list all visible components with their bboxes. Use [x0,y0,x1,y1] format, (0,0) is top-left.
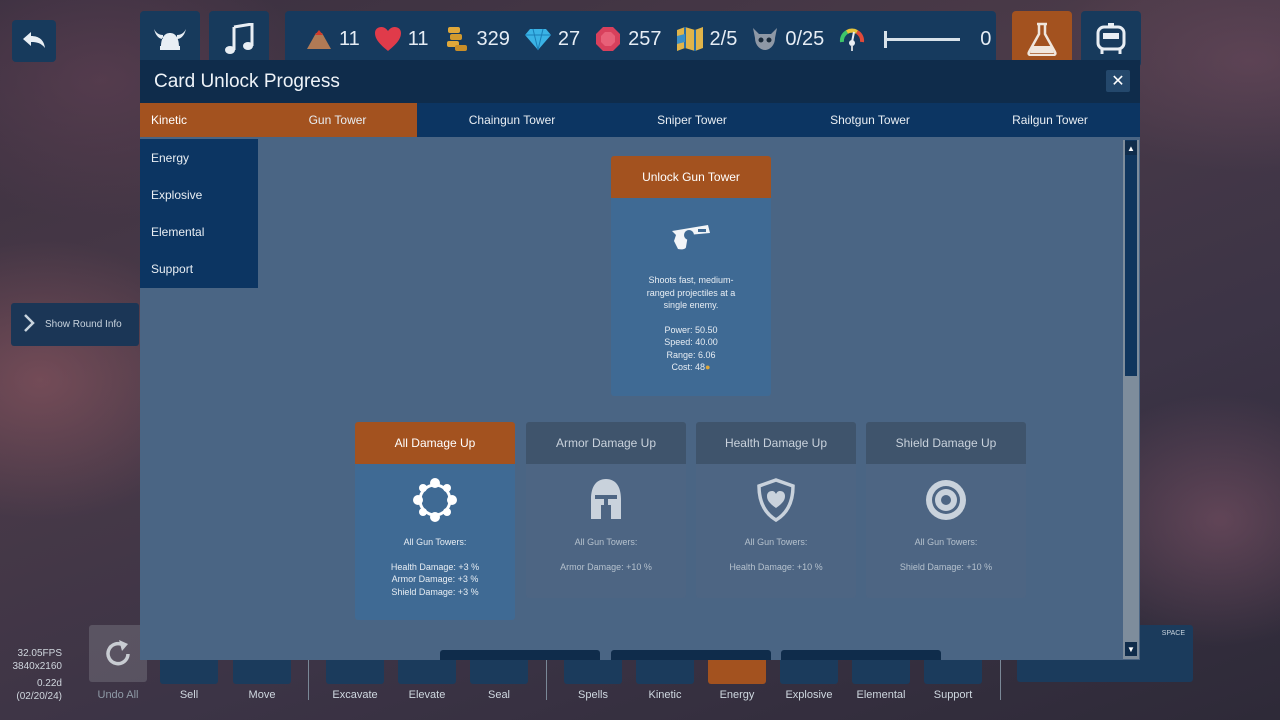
resource-bar: 11 11 329 27 257 2/5 0/25 0 [285,11,996,67]
upgrade-details: All Gun Towers: Shield Damage: +10 % [899,537,993,572]
robot-icon [1096,23,1126,54]
sell-label: Sell [179,689,199,701]
circle-nodes-icon [355,464,515,536]
scroll-up-icon[interactable]: ▲ [1125,141,1137,155]
viking-helmet-icon [154,29,186,50]
debug-stats: 32.05FPS 3840x2160 0.22d (02/20/24) [12,648,63,702]
gems-counter: 27 [524,25,580,53]
modal-header: Card Unlock Progress [140,60,1140,103]
enemy-skull-icon [753,28,778,50]
undo-icon [106,639,130,665]
toolbar-divider [308,660,309,700]
energy-label: Energy [719,689,755,701]
tab-gun-tower[interactable]: Gun Tower [258,103,417,137]
card-title: All Damage Up [355,422,515,464]
elevate-label: Elevate [408,689,446,701]
card-title: Unlock Gun Tower [611,156,771,198]
unlock-card-details: Shoots fast, medium-ranged projectiles a… [646,275,736,372]
music-button[interactable] [209,11,269,67]
toolbar-divider [1000,660,1001,700]
category-elemental[interactable]: Elemental [140,213,258,250]
next-row-card[interactable] [611,650,771,660]
back-arrow-icon [23,32,45,48]
elemental-label: Elemental [856,689,906,701]
scroll-down-icon[interactable]: ▼ [1125,642,1137,656]
flask-icon [1027,22,1057,56]
excavate-label: Excavate [332,689,378,701]
undo-all-label: Undo All [97,689,139,701]
map-icon [676,27,703,51]
shield-damage-up-card[interactable]: Shield Damage Up All Gun Towers: Shield … [866,422,1026,598]
card-title: Health Damage Up [696,422,856,464]
lives-counter: 11 [305,25,360,53]
health-damage-up-card[interactable]: Health Damage Up All Gun Towers: Health … [696,422,856,598]
tab-sniper-tower[interactable]: Sniper Tower [602,103,782,137]
helmet-icon [526,464,686,536]
upgrade-details: All Gun Towers: Health Damage: +3 % Armo… [390,537,480,597]
scrollbar-thumb[interactable] [1125,140,1137,376]
undo-all-button[interactable] [89,625,147,682]
research-button[interactable] [1012,11,1072,67]
tab-shotgun-tower[interactable]: Shotgun Tower [780,103,960,137]
show-round-info-button[interactable]: Show Round Info [11,303,139,346]
category-explosive[interactable]: Explosive [140,176,258,213]
coin-icon: ● [705,362,711,372]
chevron-right-icon [23,313,35,336]
tab-chaingun-tower[interactable]: Chaingun Tower [422,103,602,137]
gold-coins-icon [446,27,467,51]
speedometer-icon [840,28,865,51]
gold-counter: 329 [443,25,510,53]
category-list: Energy Explosive Elemental Support [140,139,258,288]
card-title: Armor Damage Up [526,422,686,464]
speed-value: 0 [980,27,992,50]
music-note-icon [225,23,254,54]
kinetic-label: Kinetic [648,689,682,701]
speed-gauge [838,25,872,53]
heart-icon [374,27,401,51]
close-button[interactable]: ✕ [1106,70,1130,92]
ruby-icon [596,27,621,51]
toolbar-divider [546,660,547,700]
maps-counter: 2/5 [676,25,737,53]
move-label: Move [248,689,276,701]
armor-damage-up-card[interactable]: Armor Damage Up All Gun Towers: Armor Da… [526,422,686,598]
seal-label: Seal [487,689,511,701]
next-row-card[interactable] [781,650,941,660]
category-kinetic[interactable]: Kinetic [140,103,258,137]
spells-label: Spells [578,689,608,701]
enemies-counter: 0/25 [751,25,824,53]
next-row-card[interactable] [440,650,600,660]
support-label: Support [933,689,973,701]
card-unlock-modal: Card Unlock Progress ✕ Kinetic Gun Tower… [140,60,1140,660]
category-support[interactable]: Support [140,250,258,287]
unlock-gun-tower-card[interactable]: Unlock Gun Tower Shoots fast, medium-ran… [611,156,771,396]
viking-helmet-button[interactable] [140,11,200,67]
card-title: Shield Damage Up [866,422,1026,464]
crystals-counter: 257 [594,25,662,53]
volcano-icon [307,30,331,49]
gun-icon [611,198,771,274]
health-counter: 11 [374,25,429,53]
slider-track[interactable] [884,30,961,48]
diamond-icon [524,28,551,51]
back-button[interactable] [12,20,56,62]
close-icon: ✕ [1111,73,1125,90]
upgrade-details: All Gun Towers: Health Damage: +10 % [729,537,823,572]
robot-button[interactable] [1081,11,1141,67]
tab-railgun-tower[interactable]: Railgun Tower [960,103,1140,137]
category-energy[interactable]: Energy [140,139,258,176]
game-speed-slider[interactable] [884,30,961,48]
shield-heart-icon [696,464,856,536]
round-shield-icon [866,464,1026,536]
explosive-label: Explosive [785,689,833,701]
all-damage-up-card[interactable]: All Damage Up All Gun Towers: Health Dam… [355,422,515,620]
space-key-hint: SPACE [1161,630,1185,637]
upgrade-details: All Gun Towers: Armor Damage: +10 % [560,537,652,572]
modal-title: Card Unlock Progress [154,70,340,92]
